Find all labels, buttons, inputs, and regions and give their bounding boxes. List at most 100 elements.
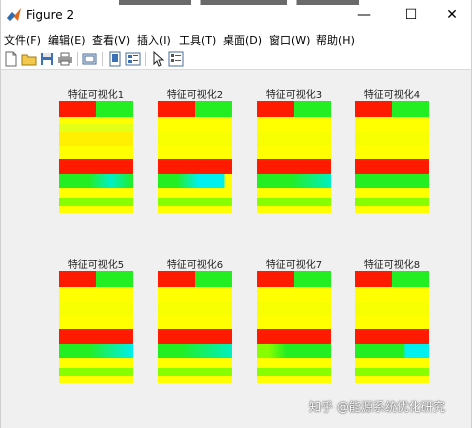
menu-window[interactable]: 窗口(W)	[269, 32, 310, 48]
menu-tools[interactable]: 工具(T)	[179, 32, 216, 48]
heatmap-band	[257, 316, 331, 329]
subplot-title: 特征可视化7	[265, 260, 323, 271]
heatmap-band	[59, 287, 133, 302]
menu-file[interactable]: 文件(F)	[4, 32, 41, 48]
heatmap-band	[158, 316, 232, 329]
heatmap-band	[355, 287, 429, 302]
heatmap-band	[158, 287, 232, 302]
print-icon[interactable]	[57, 51, 73, 67]
heatmap-band	[257, 368, 331, 376]
heatmap-band	[59, 146, 133, 159]
menu-desktop[interactable]: 桌面(D)	[223, 32, 262, 48]
watermark-text: 知乎 @能源系统优化研究	[309, 400, 445, 414]
subplot-title: 特征可视化1	[67, 90, 125, 101]
heatmap-band	[59, 159, 133, 174]
heatmap-band	[257, 376, 331, 383]
heatmap-band	[257, 329, 331, 344]
heatmap-band	[158, 198, 232, 206]
heatmap-band	[355, 159, 429, 174]
heatmap-band	[59, 329, 133, 344]
menu-view[interactable]: 查看(V)	[92, 32, 130, 48]
heatmap-band	[158, 368, 232, 376]
window-title: Figure 2	[26, 8, 75, 22]
heatmap-band	[355, 376, 429, 383]
heatmap-band	[355, 117, 429, 132]
heatmap-band	[355, 132, 429, 146]
heatmap-band	[158, 358, 232, 368]
subplot-title: 特征可视化2	[166, 90, 224, 101]
subplot-title: 特征可视化8	[363, 260, 421, 271]
heatmap-band	[257, 287, 331, 302]
heatmap-band	[355, 101, 429, 117]
heatmap-band	[59, 358, 133, 368]
heatmap-band	[59, 302, 133, 316]
heatmap-band	[257, 146, 331, 159]
title-bar[interactable]: Figure 2 — ☐ ✕	[1, 0, 471, 30]
subplot-title: 特征可视化6	[166, 260, 224, 271]
feature-heatmap	[59, 101, 133, 213]
heatmap-band	[59, 344, 133, 358]
feature-heatmap	[59, 271, 133, 383]
heatmap-band	[59, 316, 133, 329]
menu-edit[interactable]: 编辑(E)	[48, 32, 86, 48]
heatmap-band	[158, 174, 232, 188]
heatmap-band	[59, 124, 133, 132]
heatmap-band	[158, 146, 232, 159]
open-folder-icon[interactable]	[21, 51, 37, 67]
toolbar-separator	[145, 52, 146, 66]
heatmap-band	[158, 132, 232, 146]
heatmap-band	[59, 132, 133, 146]
heatmap-band	[355, 358, 429, 368]
property-editor-icon[interactable]	[125, 51, 141, 67]
feature-heatmap	[355, 271, 429, 383]
heatmap-band	[355, 146, 429, 159]
heatmap-band	[355, 368, 429, 376]
heatmap-band	[257, 271, 331, 287]
heatmap-band	[158, 271, 232, 287]
matlab-icon	[7, 8, 21, 21]
plot-browser-icon[interactable]	[168, 51, 184, 67]
feature-heatmap	[158, 101, 232, 213]
heatmap-band	[59, 174, 133, 188]
heatmap-band	[158, 206, 232, 213]
feature-heatmap	[257, 101, 331, 213]
heatmap-band	[355, 302, 429, 316]
figure-canvas: 特征可视化1 特征可视化2 特征可视化3 特征可视化4 特征可视化5 特征可视化…	[1, 71, 471, 428]
heatmap-band	[257, 101, 331, 117]
close-button[interactable]: ✕	[431, 0, 473, 30]
menu-help[interactable]: 帮助(H)	[316, 32, 355, 48]
heatmap-band	[158, 376, 232, 383]
heatmap-band	[355, 344, 429, 358]
heatmap-band	[355, 174, 429, 188]
heatmap-band	[59, 271, 133, 287]
minimize-button[interactable]: —	[343, 0, 385, 30]
dock-icon[interactable]	[107, 51, 123, 67]
menu-insert[interactable]: 插入(I)	[137, 32, 171, 48]
toolbar-separator	[102, 52, 103, 66]
heatmap-band	[158, 117, 232, 132]
heatmap-band	[158, 344, 232, 358]
toolbar-separator	[77, 52, 78, 66]
heatmap-band	[257, 132, 331, 146]
heatmap-band	[59, 376, 133, 383]
heatmap-band	[257, 188, 331, 198]
heatmap-band	[257, 302, 331, 316]
heatmap-band	[355, 316, 429, 329]
heatmap-band	[355, 188, 429, 198]
maximize-button[interactable]: ☐	[390, 0, 432, 30]
heatmap-band	[257, 206, 331, 213]
subplot-title: 特征可视化5	[67, 260, 125, 271]
heatmap-band	[59, 188, 133, 198]
heatmap-band	[59, 368, 133, 376]
heatmap-band	[158, 329, 232, 344]
new-file-icon[interactable]	[3, 51, 19, 67]
heatmap-band	[158, 159, 232, 174]
heatmap-band	[59, 101, 133, 117]
link-figure-icon[interactable]	[82, 51, 98, 67]
save-icon[interactable]	[39, 51, 55, 67]
heatmap-band	[158, 101, 232, 117]
feature-heatmap	[158, 271, 232, 383]
pointer-icon[interactable]	[150, 51, 166, 67]
subplot-title: 特征可视化4	[363, 90, 421, 101]
figure-window: Figure 2 — ☐ ✕ 文件(F) 编辑(E) 查看(V) 插入(I) 工…	[0, 0, 472, 428]
